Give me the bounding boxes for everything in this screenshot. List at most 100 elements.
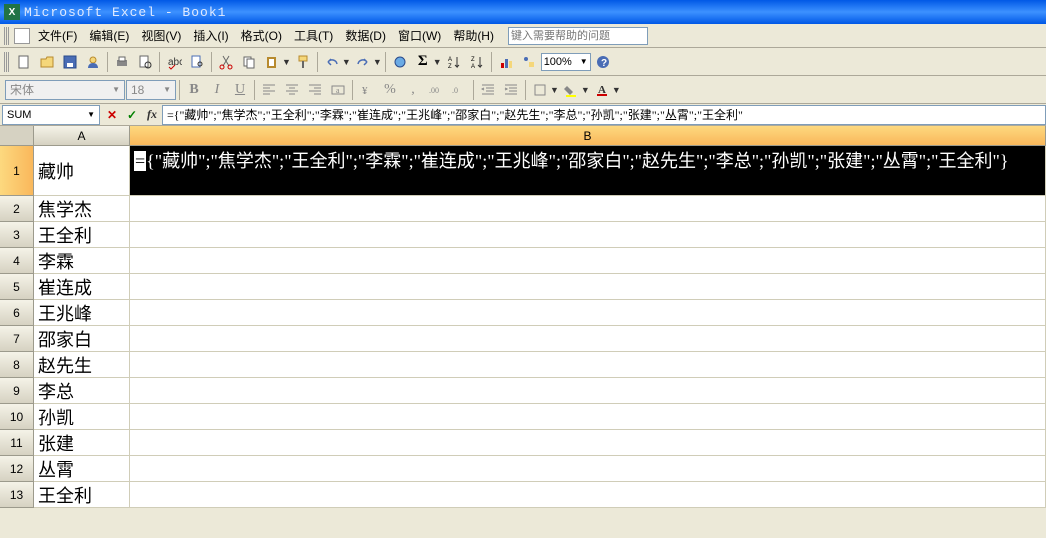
- increase-decimal-icon[interactable]: .00: [425, 79, 447, 101]
- row-header[interactable]: 1: [0, 146, 34, 196]
- cut-icon[interactable]: [215, 51, 237, 73]
- format-painter-icon[interactable]: [292, 51, 314, 73]
- row-header[interactable]: 8: [0, 352, 34, 378]
- chart-wizard-icon[interactable]: [495, 51, 517, 73]
- row-header[interactable]: 6: [0, 300, 34, 326]
- font-combo[interactable]: 宋体▼: [5, 80, 125, 100]
- cell[interactable]: 焦学杰: [34, 196, 130, 222]
- cell[interactable]: [130, 300, 1046, 326]
- spelling-icon[interactable]: abc: [163, 51, 185, 73]
- cell[interactable]: 张建: [34, 430, 130, 456]
- menu-window[interactable]: 窗口(W): [392, 25, 447, 46]
- menu-tools[interactable]: 工具(T): [288, 25, 339, 46]
- paste-icon[interactable]: [261, 51, 283, 73]
- row-header[interactable]: 13: [0, 482, 34, 508]
- align-left-icon[interactable]: [258, 79, 280, 101]
- cell[interactable]: [130, 482, 1046, 508]
- open-icon[interactable]: [36, 51, 58, 73]
- print-preview-icon[interactable]: [134, 51, 156, 73]
- cell[interactable]: 赵先生: [34, 352, 130, 378]
- autosum-icon[interactable]: Σ: [412, 51, 434, 73]
- chevron-down-icon[interactable]: ▼: [433, 57, 442, 67]
- cell[interactable]: [130, 430, 1046, 456]
- sort-desc-icon[interactable]: ZA: [466, 51, 488, 73]
- select-all-corner[interactable]: [0, 126, 34, 146]
- row-header[interactable]: 11: [0, 430, 34, 456]
- cell[interactable]: [130, 222, 1046, 248]
- drawing-icon[interactable]: [518, 51, 540, 73]
- cell[interactable]: 崔连成: [34, 274, 130, 300]
- name-box[interactable]: SUM▼: [2, 105, 100, 125]
- cell[interactable]: 孙凯: [34, 404, 130, 430]
- increase-indent-icon[interactable]: [500, 79, 522, 101]
- row-header[interactable]: 4: [0, 248, 34, 274]
- cell[interactable]: 李总: [34, 378, 130, 404]
- decrease-decimal-icon[interactable]: .0: [448, 79, 470, 101]
- chevron-down-icon[interactable]: ▼: [612, 85, 621, 95]
- font-size-combo[interactable]: 18▼: [126, 80, 176, 100]
- cell[interactable]: 李霖: [34, 248, 130, 274]
- comma-icon[interactable]: ,: [402, 79, 424, 101]
- merge-center-icon[interactable]: a: [327, 79, 349, 101]
- undo-icon[interactable]: [321, 51, 343, 73]
- fill-color-icon[interactable]: [560, 79, 582, 101]
- menu-format[interactable]: 格式(O): [235, 25, 288, 46]
- chevron-down-icon[interactable]: ▼: [373, 57, 382, 67]
- cell[interactable]: [130, 326, 1046, 352]
- zoom-combo[interactable]: 100%▼: [541, 53, 591, 71]
- borders-icon[interactable]: [529, 79, 551, 101]
- cell-editing[interactable]: ={"藏帅";"焦学杰";"王全利";"李霖";"崔连成";"王兆峰";"邵家白…: [130, 146, 1046, 196]
- menu-view[interactable]: 视图(V): [135, 25, 187, 46]
- row-header[interactable]: 2: [0, 196, 34, 222]
- copy-icon[interactable]: [238, 51, 260, 73]
- menu-help[interactable]: 帮助(H): [447, 25, 500, 46]
- help-search-input[interactable]: [508, 27, 648, 45]
- cell[interactable]: [130, 352, 1046, 378]
- bold-button[interactable]: B: [183, 79, 205, 101]
- menu-edit[interactable]: 编辑(E): [83, 25, 135, 46]
- cell[interactable]: 王全利: [34, 482, 130, 508]
- formula-input[interactable]: ={"藏帅";"焦学杰";"王全利";"李霖";"崔连成";"王兆峰";"邵家白…: [162, 105, 1046, 125]
- chevron-down-icon[interactable]: ▼: [282, 57, 291, 67]
- column-header[interactable]: A: [34, 126, 130, 146]
- font-color-icon[interactable]: A: [591, 79, 613, 101]
- menu-data[interactable]: 数据(D): [339, 25, 392, 46]
- permission-icon[interactable]: [82, 51, 104, 73]
- menu-insert[interactable]: 插入(I): [187, 25, 234, 46]
- cell[interactable]: [130, 274, 1046, 300]
- save-icon[interactable]: [59, 51, 81, 73]
- cell[interactable]: [130, 456, 1046, 482]
- currency-icon[interactable]: ¥: [356, 79, 378, 101]
- cell[interactable]: 藏帅: [34, 146, 130, 196]
- cell[interactable]: 王兆峰: [34, 300, 130, 326]
- italic-button[interactable]: I: [206, 79, 228, 101]
- percent-icon[interactable]: %: [379, 79, 401, 101]
- cell[interactable]: [130, 196, 1046, 222]
- align-center-icon[interactable]: [281, 79, 303, 101]
- cell[interactable]: [130, 404, 1046, 430]
- help-icon[interactable]: ?: [592, 51, 614, 73]
- align-right-icon[interactable]: [304, 79, 326, 101]
- fx-icon[interactable]: fx: [142, 106, 162, 124]
- cell[interactable]: 王全利: [34, 222, 130, 248]
- cell[interactable]: [130, 378, 1046, 404]
- chevron-down-icon[interactable]: ▼: [550, 85, 559, 95]
- chevron-down-icon[interactable]: ▼: [342, 57, 351, 67]
- row-header[interactable]: 7: [0, 326, 34, 352]
- column-header[interactable]: B: [130, 126, 1046, 146]
- menu-file[interactable]: 文件(F): [32, 25, 83, 46]
- underline-button[interactable]: U: [229, 79, 251, 101]
- research-icon[interactable]: [186, 51, 208, 73]
- row-header[interactable]: 9: [0, 378, 34, 404]
- row-header[interactable]: 3: [0, 222, 34, 248]
- cell[interactable]: 丛霄: [34, 456, 130, 482]
- cancel-icon[interactable]: ✕: [102, 106, 122, 124]
- sort-asc-icon[interactable]: AZ: [443, 51, 465, 73]
- new-icon[interactable]: [13, 51, 35, 73]
- app-menu-icon[interactable]: [14, 28, 30, 44]
- redo-icon[interactable]: [352, 51, 374, 73]
- chevron-down-icon[interactable]: ▼: [581, 85, 590, 95]
- decrease-indent-icon[interactable]: [477, 79, 499, 101]
- row-header[interactable]: 5: [0, 274, 34, 300]
- print-icon[interactable]: [111, 51, 133, 73]
